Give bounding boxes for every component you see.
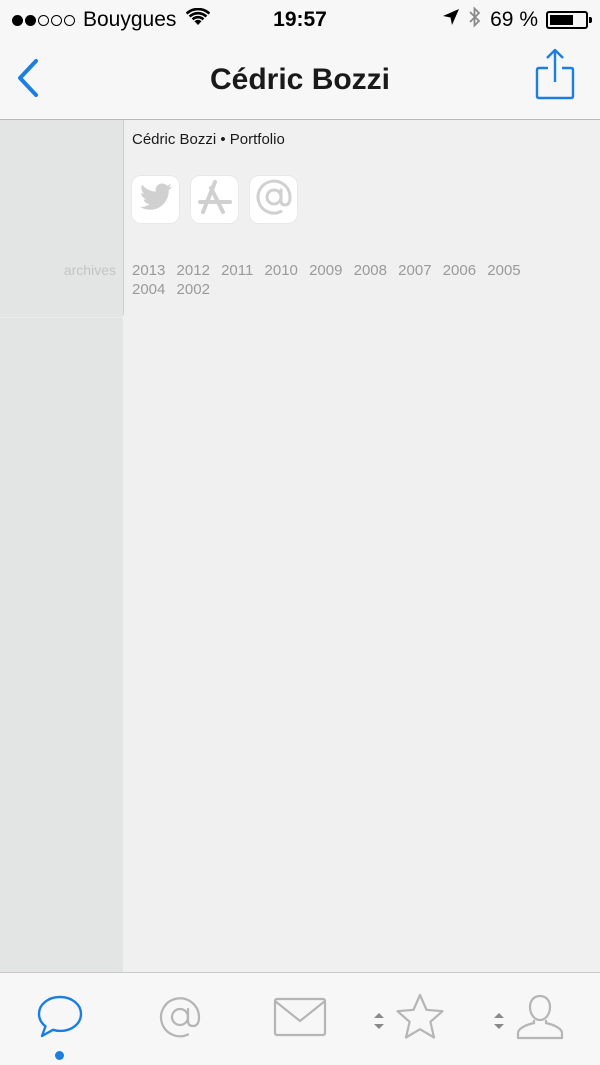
archive-year-link[interactable]: 2008 [354, 261, 387, 280]
at-icon [157, 994, 203, 1045]
archive-year-link[interactable]: 2002 [177, 280, 210, 299]
app-store-icon [197, 180, 233, 219]
tab-messages[interactable] [272, 993, 328, 1045]
status-bar: Bouygues 19:57 69 % [0, 0, 600, 40]
archive-year-link[interactable]: 2009 [309, 261, 342, 280]
archive-year-link[interactable]: 2011 [221, 261, 253, 280]
divider [123, 120, 124, 315]
share-icon [535, 47, 575, 106]
at-icon [255, 178, 293, 221]
sidebar [0, 120, 123, 972]
archive-years: 2013 2012 2011 2010 2009 2008 2007 2006 … [132, 261, 572, 299]
tab-profile[interactable] [514, 993, 566, 1045]
twitter-link[interactable] [132, 176, 179, 223]
social-links [132, 176, 297, 223]
screen: Bouygues 19:57 69 % Cédric Bozzi Cédric … [0, 0, 600, 1065]
app-store-link[interactable] [191, 176, 238, 223]
share-button[interactable] [532, 48, 578, 104]
speech-bubble-icon [36, 994, 84, 1045]
sort-arrows-icon [492, 1011, 506, 1036]
tab-bar [0, 972, 600, 1065]
archives-label: archives [63, 262, 116, 278]
archive-year-link[interactable]: 2006 [443, 261, 476, 280]
person-icon [515, 993, 565, 1046]
status-right: 69 % [442, 6, 592, 34]
archive-year-link[interactable]: 2007 [398, 261, 431, 280]
page-title: Cédric Bozzi [209, 63, 391, 96]
battery-icon [546, 11, 592, 29]
portfolio-content: Cédric Bozzi • Portfolio archives 2013 2… [0, 120, 600, 972]
archive-year-link[interactable]: 2012 [177, 261, 210, 280]
archive-year-link[interactable]: 2010 [265, 261, 298, 280]
star-icon [394, 992, 446, 1047]
navigation-bar: Cédric Bozzi [0, 40, 600, 120]
archive-year-link[interactable]: 2005 [487, 261, 520, 280]
bluetooth-icon [468, 6, 482, 34]
twitter-icon [139, 183, 173, 216]
tab-favorites[interactable] [394, 993, 446, 1045]
sort-arrows-icon [372, 1011, 386, 1036]
location-arrow-icon [442, 8, 460, 32]
tab-conversations[interactable] [36, 993, 84, 1045]
archive-year-link[interactable]: 2013 [132, 261, 165, 280]
portfolio-title: Cédric Bozzi • Portfolio [132, 131, 285, 148]
archive-year-link[interactable]: 2004 [132, 280, 165, 299]
envelope-icon [273, 997, 327, 1042]
divider [0, 317, 123, 318]
tab-mentions[interactable] [156, 993, 204, 1045]
battery-percentage: 69 % [490, 8, 538, 31]
email-link[interactable] [250, 176, 297, 223]
active-tab-indicator [55, 1051, 64, 1060]
